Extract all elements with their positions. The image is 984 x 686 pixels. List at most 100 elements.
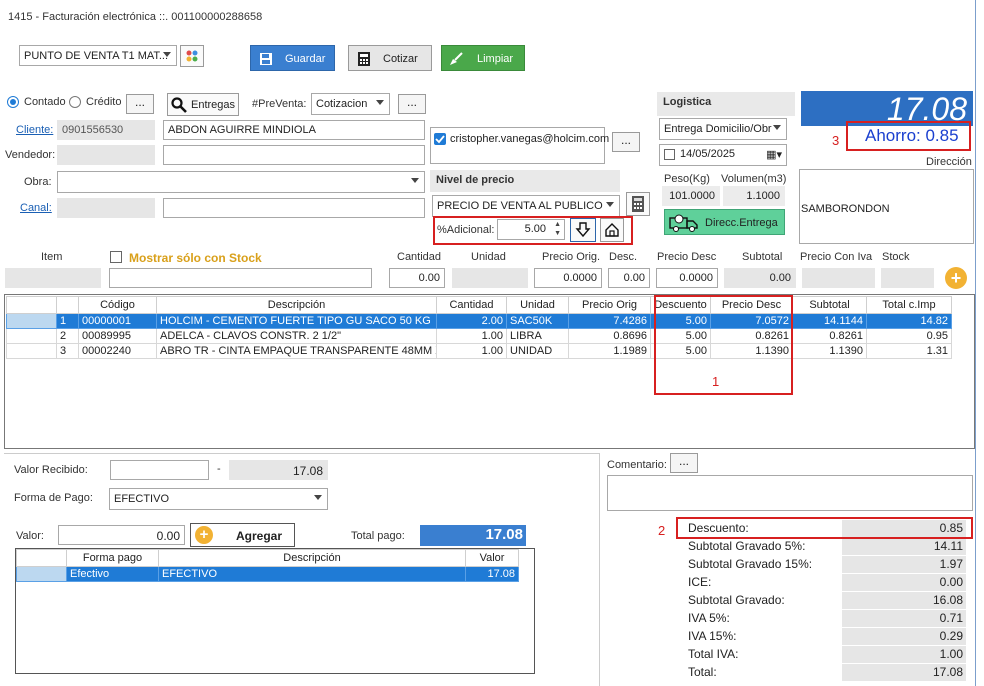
grid-num-header <box>56 296 79 314</box>
email-more-button[interactable]: ... <box>612 132 640 152</box>
subtotal-label: Subtotal <box>742 251 783 263</box>
precio-orig-field[interactable]: 0.0000 <box>534 268 602 288</box>
col-precio-orig[interactable]: Precio Orig <box>568 296 651 314</box>
credito-radio[interactable] <box>69 96 81 108</box>
direccion-label: Dirección <box>926 156 972 168</box>
col-descripcion[interactable]: Descripción <box>156 296 437 314</box>
cliente-link[interactable]: Cliente: <box>16 124 53 136</box>
table-row[interactable]: 2 00089995 ADELCA - CLAVOS CONSTR. 2 1/2… <box>6 328 952 344</box>
col-subtotal[interactable]: Subtotal <box>792 296 867 314</box>
fecha-checkbox[interactable] <box>664 149 675 160</box>
col-total-imp[interactable]: Total c.Imp <box>866 296 952 314</box>
row-header[interactable] <box>16 566 67 582</box>
entregas-button[interactable]: Entregas <box>167 93 239 116</box>
cell-subtotal: 1.1390 <box>792 343 867 359</box>
table-row[interactable]: Efectivo EFECTIVO 17.08 <box>16 566 519 582</box>
summary-label: IVA 5%: <box>688 611 730 625</box>
limpiar-label: Limpiar <box>477 53 514 65</box>
preventa-more-button[interactable]: ... <box>398 94 426 114</box>
col-forma-pago[interactable]: Forma pago <box>66 549 159 567</box>
row-header[interactable] <box>6 313 57 329</box>
canal-name-field[interactable] <box>163 198 425 218</box>
credito-more-button[interactable]: ... <box>126 94 154 114</box>
summary-label: Total: <box>688 665 717 679</box>
cliente-name-field[interactable]: ABDON AGUIRRE MINDIOLA <box>163 120 425 140</box>
comentario-field[interactable] <box>607 475 973 511</box>
summary-row: Total: 17.08 <box>686 664 966 681</box>
palette-icon <box>186 50 198 62</box>
obra-select[interactable] <box>57 171 425 193</box>
broom-icon <box>450 52 463 65</box>
direcc-entrega-button[interactable]: Direcc.Entrega <box>664 209 785 235</box>
pay-rowhdr-header <box>16 549 67 567</box>
logistica-fecha-field[interactable]: 14/05/2025 ▦▾ <box>659 144 787 166</box>
direccion-value: SAMBORONDON <box>801 203 890 215</box>
valor-label: Valor: <box>16 530 44 542</box>
item-search-field[interactable] <box>109 268 372 288</box>
email-box[interactable]: cristopher.vanegas@holcim.com <box>430 127 609 164</box>
row-header[interactable] <box>6 328 57 344</box>
precio-desc-field[interactable]: 0.0000 <box>656 268 718 288</box>
logistica-tipo-select[interactable]: Entrega Domicilio/Obr <box>659 118 787 140</box>
forma-pago-label: Forma de Pago: <box>14 492 93 504</box>
col-codigo[interactable]: Código <box>78 296 157 314</box>
cell-n: 1 <box>56 313 79 329</box>
preventa-select[interactable]: Cotizacion <box>311 93 390 115</box>
cliente-id-field[interactable]: 0901556530 <box>57 120 155 140</box>
preventa-label: #PreVenta: <box>252 98 307 110</box>
valor-field[interactable]: 0.00 <box>58 525 185 545</box>
agregar-button[interactable]: + Agregar <box>190 523 295 547</box>
canal-link[interactable]: Canal: <box>20 202 52 214</box>
forma-pago-select[interactable]: EFECTIVO <box>109 488 328 510</box>
comentario-more-button[interactable]: ... <box>670 453 698 473</box>
summary-row: Subtotal Gravado 15%: 1.97 <box>686 556 966 573</box>
col-pago-valor[interactable]: Valor <box>465 549 519 567</box>
col-unidad[interactable]: Unidad <box>506 296 569 314</box>
items-grid: Código Descripción Cantidad Unidad Preci… <box>4 294 975 449</box>
cell-codigo: 00000001 <box>78 313 157 329</box>
add-item-button[interactable]: + <box>945 267 967 289</box>
contado-radio[interactable] <box>7 96 19 108</box>
valor-recibido-total: 17.08 <box>229 460 328 480</box>
email-checkbox[interactable] <box>434 133 446 145</box>
cell-precio-orig: 7.4286 <box>568 313 651 329</box>
item-code-field[interactable] <box>5 268 101 288</box>
guardar-label: Guardar <box>285 53 326 65</box>
price-calculator-button[interactable] <box>626 192 650 216</box>
palette-button[interactable] <box>180 45 204 67</box>
summary-row: Subtotal Gravado 5%: 14.11 <box>686 538 966 555</box>
annotation-box-descuento <box>654 295 793 395</box>
total-pago-label: Total pago: <box>351 530 405 542</box>
desc-field[interactable]: 0.00 <box>608 268 650 288</box>
vendedor-name-field[interactable] <box>163 145 425 165</box>
logistica-tipo-value: Entrega Domicilio/Obr <box>664 123 772 135</box>
table-row[interactable]: 3 00002240 ABRO TR - CINTA EMPAQUE TRANS… <box>6 343 952 359</box>
cell-unidad: UNIDAD <box>506 343 569 359</box>
row-header[interactable] <box>6 343 57 359</box>
vendedor-code-field[interactable] <box>57 145 155 165</box>
email-value: cristopher.vanegas@holcim.com <box>450 133 610 145</box>
cell-desc: ADELCA - CLAVOS CONSTR. 2 1/2" <box>156 328 437 344</box>
cotizar-button[interactable]: Cotizar <box>348 45 432 71</box>
precio-desc-label: Precio Desc <box>657 251 717 263</box>
guardar-button[interactable]: Guardar <box>250 45 335 71</box>
limpiar-button[interactable]: Limpiar <box>441 45 525 71</box>
direccion-box[interactable]: SAMBORONDON <box>799 169 974 244</box>
table-row[interactable]: 1 00000001 HOLCIM - CEMENTO FUERTE TIPO … <box>6 313 952 329</box>
calendar-icon[interactable]: ▦▾ <box>766 148 782 161</box>
chevron-down-icon <box>606 202 614 207</box>
canal-code-field[interactable] <box>57 198 155 218</box>
cantidad-field[interactable]: 0.00 <box>389 268 445 288</box>
credito-label: Crédito <box>86 96 122 108</box>
col-cantidad[interactable]: Cantidad <box>436 296 507 314</box>
summary-value: 0.29 <box>842 628 966 645</box>
nivel-precio-select[interactable]: PRECIO DE VENTA AL PUBLICO <box>432 195 620 217</box>
cell-subtotal: 14.1144 <box>792 313 867 329</box>
valor-recibido-field[interactable] <box>110 460 209 480</box>
precio-iva-field <box>802 268 875 288</box>
punto-venta-select[interactable]: PUNTO DE VENTA T1 MAT... <box>19 45 177 66</box>
stock-only-checkbox[interactable] <box>110 251 122 263</box>
cell-total: 14.82 <box>866 313 952 329</box>
col-pago-descripcion[interactable]: Descripción <box>158 549 466 567</box>
dash-label: - <box>217 463 221 475</box>
